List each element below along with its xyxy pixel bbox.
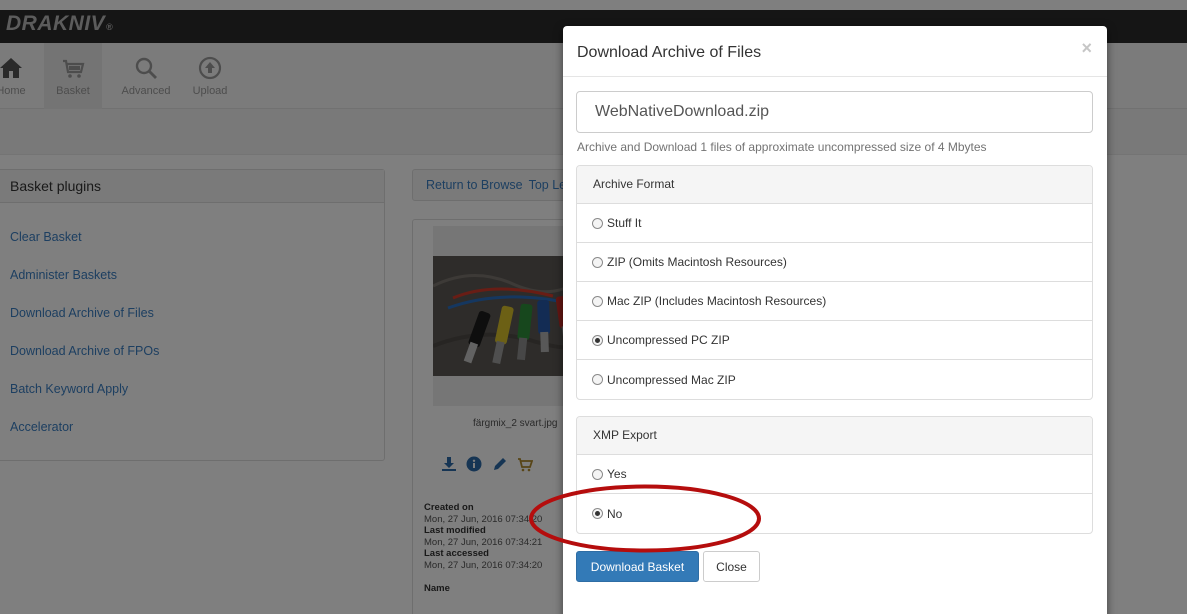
archive-format-heading: Archive Format: [577, 166, 1092, 204]
download-basket-button[interactable]: Download Basket: [576, 551, 699, 582]
option-xmp-yes[interactable]: Yes: [577, 455, 1092, 494]
option-label: Uncompressed PC ZIP: [607, 333, 730, 347]
archive-filename-input[interactable]: [576, 91, 1093, 133]
option-label: No: [607, 506, 623, 521]
option-label: Yes: [607, 467, 627, 481]
option-label: Uncompressed Mac ZIP: [607, 372, 736, 387]
close-button[interactable]: Close: [703, 551, 760, 582]
option-label: Stuff It: [607, 216, 642, 230]
option-uncompressed-mac-zip[interactable]: Uncompressed Mac ZIP: [577, 360, 1092, 399]
radio-uncompressed-pc-zip[interactable]: [592, 334, 603, 346]
download-archive-modal: Download Archive of Files × Archive and …: [563, 26, 1107, 614]
option-label: ZIP (Omits Macintosh Resources): [607, 255, 787, 269]
radio-uncompressed-mac-zip[interactable]: [592, 374, 603, 385]
modal-header-divider: [563, 76, 1107, 77]
option-xmp-no[interactable]: No: [577, 494, 1092, 533]
xmp-export-group: XMP Export Yes No: [576, 416, 1093, 534]
option-label: Mac ZIP (Includes Macintosh Resources): [607, 294, 827, 308]
option-stuff-it[interactable]: Stuff It: [577, 204, 1092, 243]
xmp-export-heading: XMP Export: [577, 417, 1092, 455]
archive-help-text: Archive and Download 1 files of approxim…: [577, 140, 987, 154]
radio-xmp-no[interactable]: [592, 508, 603, 519]
option-mac-zip[interactable]: Mac ZIP (Includes Macintosh Resources): [577, 282, 1092, 321]
radio-stuff-it[interactable]: [592, 217, 603, 229]
archive-format-group: Archive Format Stuff It ZIP (Omits Macin…: [576, 165, 1093, 400]
radio-xmp-yes[interactable]: [592, 468, 603, 480]
modal-close-icon[interactable]: ×: [1081, 38, 1092, 59]
radio-mac-zip[interactable]: [592, 295, 603, 307]
radio-zip[interactable]: [592, 256, 603, 268]
option-uncompressed-pc-zip[interactable]: Uncompressed PC ZIP: [577, 321, 1092, 360]
option-zip[interactable]: ZIP (Omits Macintosh Resources): [577, 243, 1092, 282]
modal-title: Download Archive of Files: [577, 44, 762, 61]
